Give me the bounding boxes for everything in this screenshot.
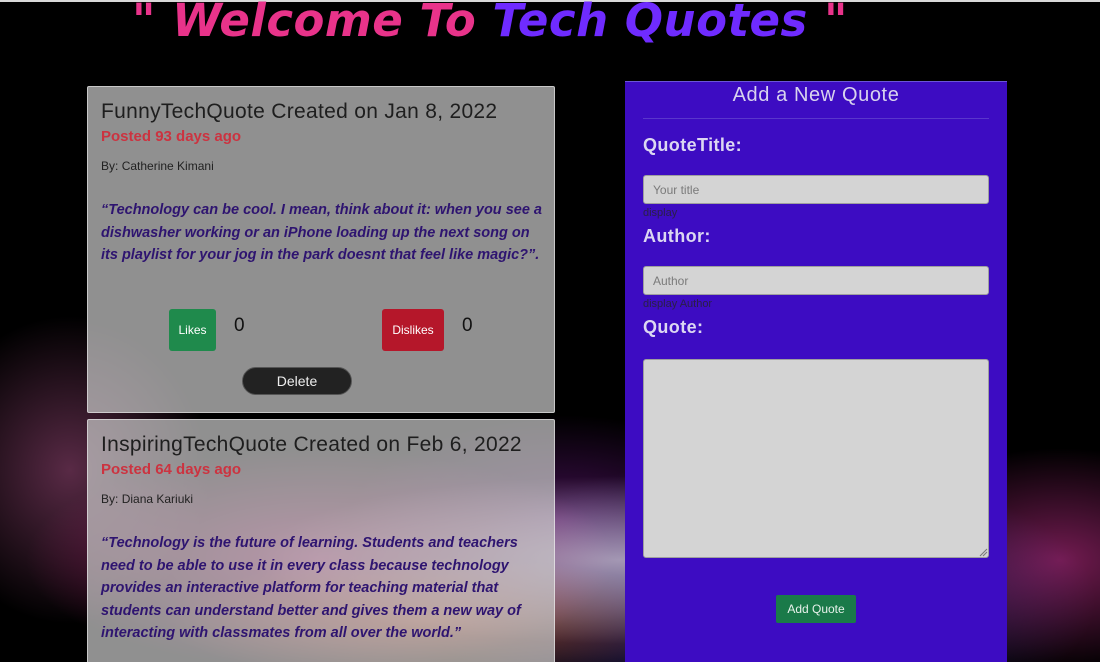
author-prefix: By: bbox=[101, 159, 119, 173]
author-input[interactable] bbox=[643, 266, 989, 295]
author-prefix: By: bbox=[101, 492, 119, 506]
posted-age: Posted 64 days ago bbox=[101, 461, 542, 478]
posted-age: Posted 93 days ago bbox=[101, 128, 542, 145]
created-label: Created on bbox=[293, 433, 401, 456]
likes-button[interactable]: Likes bbox=[169, 309, 216, 351]
delete-button[interactable]: Delete bbox=[242, 367, 352, 395]
posted-age-value: 93 days ago bbox=[155, 128, 242, 145]
author-name: Diana Kariuki bbox=[121, 492, 194, 506]
author-label: Author: bbox=[643, 226, 711, 246]
quote-card: FunnyTechQuote Created on Jan 8, 2022 Po… bbox=[87, 86, 555, 413]
author-name: Catherine Kimani bbox=[121, 159, 214, 173]
vote-controls: Likes 0 Dislikes 0 bbox=[88, 309, 556, 355]
quote-label: Quote: bbox=[643, 317, 704, 337]
dislikes-count: 0 bbox=[462, 315, 473, 336]
add-quote-form: Add a New Quote QuoteTitle: display Auth… bbox=[625, 81, 1007, 662]
author-hint: display Author bbox=[643, 298, 713, 310]
quote-title-label: QuoteTitle: bbox=[643, 135, 743, 155]
quote-title-hint: display bbox=[643, 207, 678, 219]
posted-age-value: 64 days ago bbox=[155, 461, 242, 478]
created-label: Created on bbox=[271, 100, 379, 123]
posted-prefix: Posted bbox=[101, 461, 152, 478]
quote-textarea[interactable] bbox=[643, 359, 989, 558]
quote-card: InspiringTechQuote Created on Feb 6, 202… bbox=[87, 419, 555, 662]
add-quote-button[interactable]: Add Quote bbox=[776, 595, 856, 623]
quote-text: “Technology can be cool. I mean, think a… bbox=[101, 202, 542, 264]
banner-welcome-text: Welcome To bbox=[172, 0, 477, 47]
quote-card-title: InspiringTechQuote Created on Feb 6, 202… bbox=[101, 430, 542, 460]
quote-author: By: Diana Kariuki bbox=[101, 492, 542, 506]
banner-close-quote: " bbox=[823, 0, 848, 47]
form-divider bbox=[643, 118, 989, 119]
quote-name: InspiringTechQuote bbox=[101, 433, 288, 456]
quote-title-input[interactable] bbox=[643, 175, 989, 204]
quote-date: Feb 6, 2022 bbox=[406, 433, 522, 456]
dislikes-button[interactable]: Dislikes bbox=[382, 309, 444, 351]
resize-grip-icon[interactable] bbox=[979, 548, 988, 557]
quote-date: Jan 8, 2022 bbox=[384, 100, 498, 123]
quote-card-title: FunnyTechQuote Created on Jan 8, 2022 bbox=[101, 97, 542, 127]
welcome-banner: " Welcome To Tech Quotes " bbox=[132, 0, 848, 54]
quote-author: By: Catherine Kimani bbox=[101, 159, 542, 173]
posted-prefix: Posted bbox=[101, 128, 152, 145]
banner-open-quote: " bbox=[132, 0, 156, 47]
quote-name: FunnyTechQuote bbox=[101, 100, 266, 123]
banner-brand-text: Tech Quotes bbox=[492, 0, 808, 47]
form-title: Add a New Quote bbox=[732, 84, 900, 106]
quote-text: “Technology is the future of learning. S… bbox=[101, 535, 521, 642]
likes-count: 0 bbox=[234, 315, 245, 336]
